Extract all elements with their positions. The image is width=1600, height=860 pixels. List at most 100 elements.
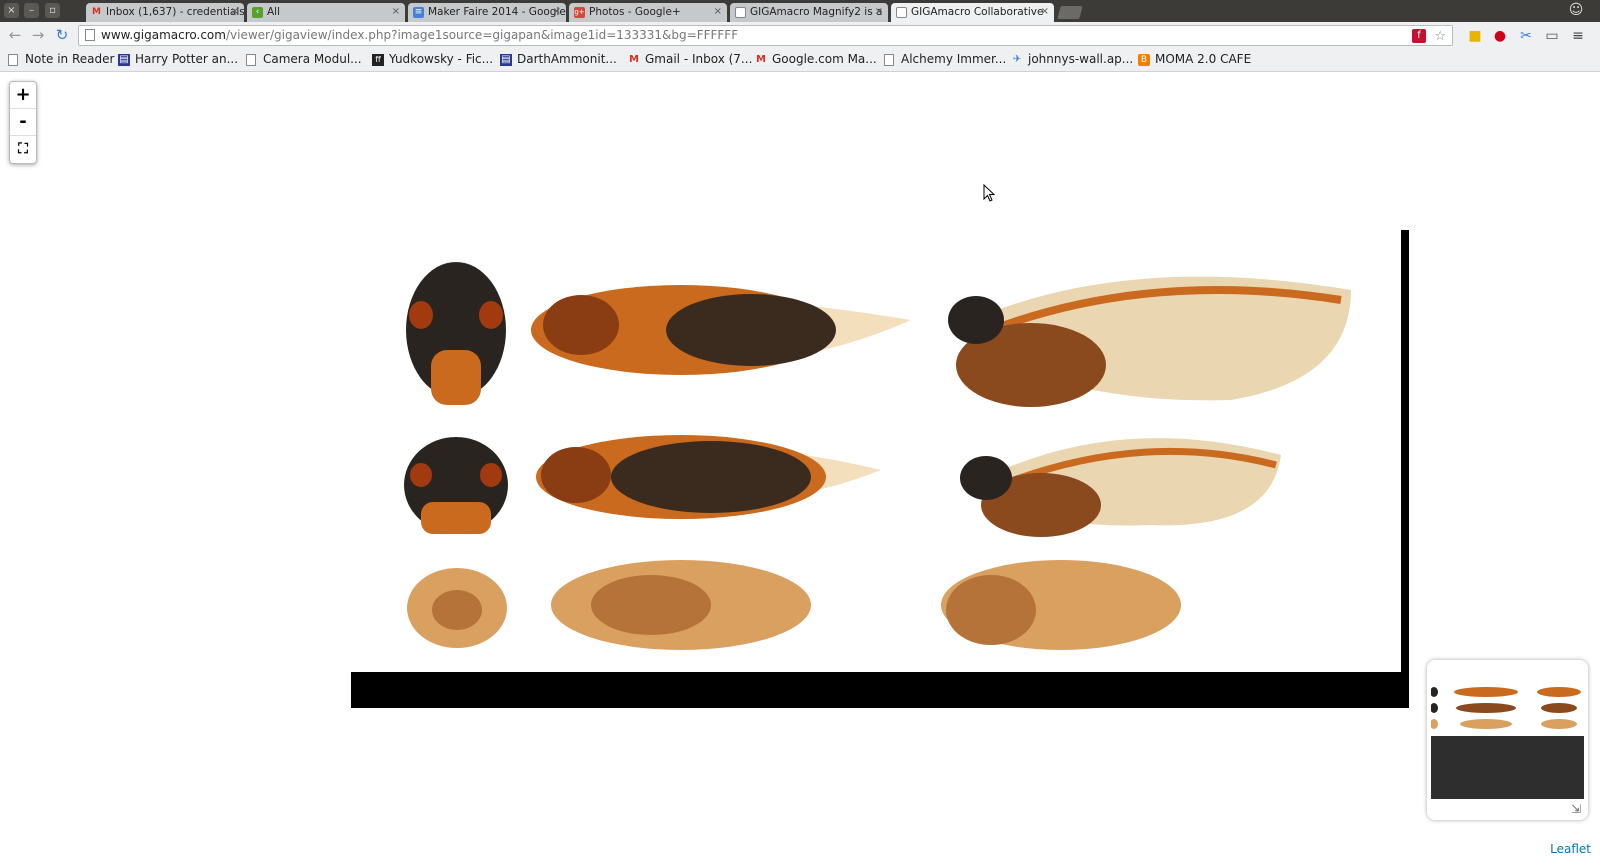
gmail-icon: M — [629, 54, 639, 65]
specimen-image[interactable] — [351, 230, 1409, 708]
tab-all[interactable]: ‹ All × — [247, 3, 405, 22]
bookmarks-bar: Note in Reader ▤ Harry Potter an... Camer… — [0, 48, 1600, 72]
url-path: /viewer/gigaview/index.php?image1source=… — [225, 28, 739, 42]
flash-icon[interactable]: f — [1412, 29, 1426, 43]
cicada-side-view — [948, 276, 1351, 407]
gmail-icon: M — [92, 7, 101, 17]
book-icon: ▤ — [500, 54, 512, 66]
bookmark-item[interactable]: ▤ Harry Potter an... — [118, 52, 238, 66]
cicada-side-view — [960, 438, 1281, 537]
tab-gigamacro-collaborative[interactable]: GIGAmacro Collaborative × — [891, 3, 1054, 22]
gigapan-viewer[interactable]: + - ⛶ ⇲ Leaflet — [0, 72, 1600, 860]
bookmark-label: Camera Modul... — [263, 52, 362, 66]
tab-title: All — [267, 6, 281, 18]
page-icon — [85, 29, 95, 41]
chrome-menu-button[interactable]: ≡ — [1569, 27, 1587, 45]
page-icon — [246, 54, 256, 66]
tab-gigamacro-magnify[interactable]: GIGAmacro Magnify2 is a × — [730, 3, 888, 22]
docs-icon: ≡ — [413, 7, 424, 18]
back-button[interactable]: ← — [6, 26, 24, 44]
bookmark-label: Gmail - Inbox (7... — [645, 52, 753, 66]
image-border-bottom — [351, 672, 1409, 708]
zoom-out-button[interactable]: - — [10, 109, 36, 136]
window-minimize-button[interactable]: – — [24, 3, 39, 18]
bookmark-item[interactable]: Alchemy Immer... — [884, 52, 1006, 66]
cicada-ventral-view — [531, 285, 911, 375]
bookmark-item[interactable]: ▤ DarthAmmonit... — [500, 52, 617, 66]
bookmark-item[interactable]: ff Yudkowsky - Fic... — [372, 52, 493, 66]
zoom-in-button[interactable]: + — [10, 82, 36, 109]
bookmark-item[interactable]: Camera Modul... — [246, 52, 362, 66]
cicada-head-front-view — [406, 262, 506, 405]
bookmark-label: johnnys-wall.ap... — [1028, 52, 1134, 66]
page-icon — [8, 54, 18, 66]
tab-title: GIGAmacro Magnify2 is a — [750, 6, 883, 18]
nymph-ventral-view — [551, 560, 811, 650]
close-icon[interactable]: × — [231, 6, 239, 17]
appspot-icon: ✈ — [1012, 54, 1022, 65]
fit-to-screen-icon[interactable]: ⛶ — [10, 136, 36, 163]
bookmark-label: Alchemy Immer... — [901, 52, 1007, 66]
mouse-cursor-icon — [983, 184, 996, 202]
zoom-control: + - ⛶ — [9, 81, 37, 164]
blogger-icon: B — [1138, 54, 1150, 66]
window-maximize-button[interactable]: ▫ — [45, 3, 60, 18]
tab-inbox[interactable]: M Inbox (1,637) - credentials × — [86, 3, 244, 22]
back-arrow-icon: ‹ — [252, 7, 263, 18]
reload-button[interactable]: ↻ — [53, 26, 71, 44]
cicada-head-front-view — [404, 437, 508, 534]
close-icon[interactable]: × — [875, 6, 883, 17]
url-host: www.gigamacro.com — [101, 28, 226, 42]
tab-strip: × – ▫ M Inbox (1,637) - credentials × ‹ … — [0, 0, 1600, 22]
bookmark-label: MOMA 2.0 CAFE — [1155, 52, 1252, 66]
bookmark-item[interactable]: B MOMA 2.0 CAFE — [1138, 52, 1251, 66]
close-icon[interactable]: × — [553, 6, 561, 17]
google-plus-icon: g+ — [574, 7, 585, 18]
tab-photos[interactable]: g+ Photos - Google+ × — [569, 3, 727, 22]
new-tab-button[interactable] — [1057, 6, 1083, 19]
bookmark-label: DarthAmmonit... — [517, 52, 617, 66]
incognito-user-icon[interactable]: ☺ — [1566, 2, 1586, 20]
minimap-toggle-icon[interactable]: ⇲ — [1568, 801, 1584, 817]
forward-button[interactable]: → — [29, 26, 47, 44]
opera-extension-icon[interactable]: ● — [1491, 27, 1509, 45]
page-icon — [735, 7, 746, 18]
minimap[interactable]: ⇲ — [1427, 660, 1588, 820]
bookmark-item[interactable]: M Gmail - Inbox (7... — [628, 52, 752, 66]
tab-title: GIGAmacro Collaborative — [911, 6, 1044, 18]
bookmark-label: Yudkowsky - Fic... — [389, 52, 494, 66]
bookmark-label: Google.com Ma... — [772, 52, 877, 66]
cast-icon[interactable]: ▭ — [1543, 27, 1561, 45]
cicada-ventral-view — [536, 435, 881, 519]
gmail-icon: M — [756, 54, 766, 65]
nymph-front-view — [407, 568, 507, 648]
bookmark-item[interactable]: ✈ johnnys-wall.ap... — [1011, 52, 1133, 66]
close-icon[interactable]: × — [1041, 6, 1049, 17]
leaflet-attribution-link[interactable]: Leaflet — [1547, 842, 1594, 856]
cicada-specimens — [404, 262, 1351, 650]
bookmark-label: Harry Potter an... — [135, 52, 239, 66]
ff-icon: ff — [372, 54, 384, 66]
window-close-button[interactable]: × — [4, 3, 19, 18]
close-icon[interactable]: × — [392, 6, 400, 17]
browser-toolbar: ← → ↻ www.gigamacro.com/viewer/gigaview/… — [0, 22, 1600, 48]
bookmark-item[interactable]: M Google.com Ma... — [755, 52, 877, 66]
tab-title: Photos - Google+ — [589, 6, 681, 18]
minimap-thumbnail — [1431, 680, 1584, 736]
minimap-viewport[interactable] — [1431, 736, 1584, 799]
tab-maker-faire[interactable]: ≡ Maker Faire 2014 - Google × — [408, 3, 566, 22]
book-icon: ▤ — [118, 54, 130, 66]
bookmark-star-icon[interactable]: ☆ — [1434, 29, 1446, 45]
address-bar[interactable]: www.gigamacro.com/viewer/gigaview/index.… — [78, 25, 1453, 46]
tab-title: Maker Faire 2014 - Google — [428, 6, 566, 18]
lock-extension-icon[interactable]: ■ — [1466, 27, 1484, 45]
scissors-extension-icon[interactable]: ✂ — [1517, 27, 1535, 45]
nymph-side-view — [941, 560, 1181, 650]
page-icon — [884, 54, 894, 66]
bookmark-item[interactable]: Note in Reader — [8, 52, 114, 66]
image-border-right — [1401, 230, 1409, 672]
bookmark-label: Note in Reader — [25, 52, 115, 66]
page-icon — [896, 7, 907, 18]
tab-title: Inbox (1,637) - credentials — [106, 6, 244, 18]
close-icon[interactable]: × — [714, 6, 722, 17]
